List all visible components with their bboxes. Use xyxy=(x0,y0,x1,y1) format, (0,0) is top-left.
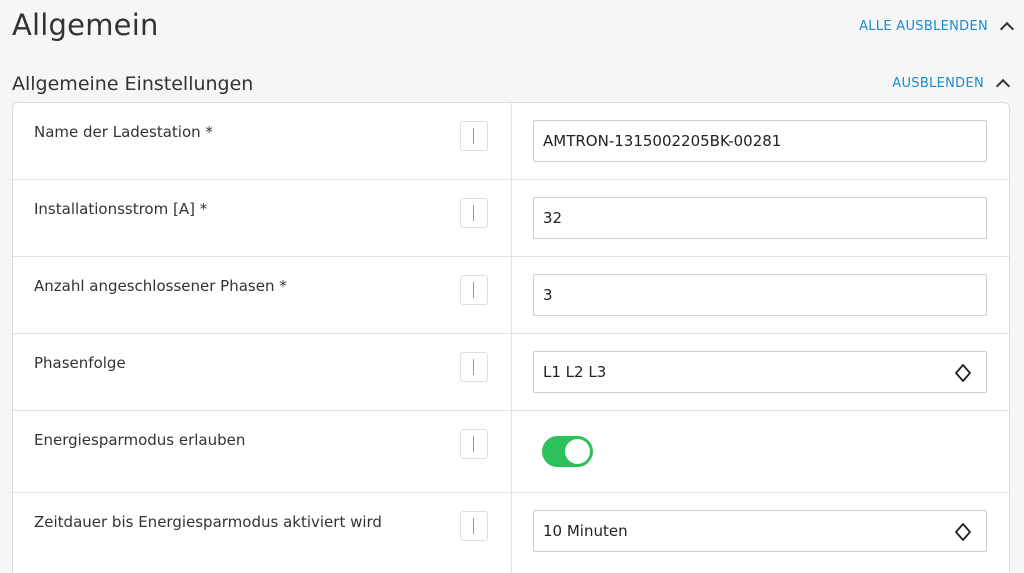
setting-value-cell: 10 Minuten xyxy=(512,493,1009,573)
section-title: Allgemeine Einstellungen xyxy=(12,73,254,95)
hide-all-button[interactable]: ALLE AUSBLENDEN xyxy=(859,19,1015,37)
updown-icon xyxy=(955,364,971,382)
setting-row-energy-saving: Energiesparmodus erlauben xyxy=(13,411,1009,493)
station-name-input[interactable] xyxy=(533,120,987,162)
info-icon[interactable] xyxy=(460,198,488,228)
info-icon[interactable] xyxy=(460,352,488,382)
chevron-up-icon xyxy=(995,78,1011,94)
setting-row-station-name: Name der Ladestation * xyxy=(13,103,1009,180)
setting-row-energy-saving-delay: Zeitdauer bis Energiesparmodus aktiviert… xyxy=(13,493,1009,573)
select-value: L1 L2 L3 xyxy=(543,363,607,381)
hide-section-label: AUSBLENDEN xyxy=(892,76,984,91)
setting-label: Energiesparmodus erlauben xyxy=(34,431,246,449)
setting-value-cell xyxy=(512,411,1009,492)
installation-current-input[interactable] xyxy=(533,197,987,239)
info-icon[interactable] xyxy=(460,511,488,541)
energy-saving-toggle[interactable] xyxy=(542,436,593,467)
chevron-up-icon xyxy=(999,21,1015,37)
toggle-knob xyxy=(565,439,590,464)
phase-count-input[interactable] xyxy=(533,274,987,316)
setting-value-cell xyxy=(512,103,1009,179)
setting-row-phase-count: Anzahl angeschlossener Phasen * xyxy=(13,257,1009,334)
page-header: Allgemein ALLE AUSBLENDEN xyxy=(12,8,1015,48)
setting-label: Phasenfolge xyxy=(34,354,126,372)
setting-label: Anzahl angeschlossener Phasen * xyxy=(34,277,287,295)
hide-all-label: ALLE AUSBLENDEN xyxy=(859,19,988,34)
setting-label-cell: Name der Ladestation * xyxy=(13,103,512,179)
setting-label-cell: Phasenfolge xyxy=(13,334,512,410)
page-title: Allgemein xyxy=(12,8,159,42)
section-header: Allgemeine Einstellungen AUSBLENDEN xyxy=(12,73,1011,101)
setting-label-cell: Installationsstrom [A] * xyxy=(13,180,512,256)
setting-label: Name der Ladestation * xyxy=(34,123,213,141)
setting-value-cell: L1 L2 L3 xyxy=(512,334,1009,410)
setting-label-cell: Zeitdauer bis Energiesparmodus aktiviert… xyxy=(13,493,512,573)
energy-saving-delay-select[interactable]: 10 Minuten xyxy=(533,510,987,552)
setting-label-cell: Energiesparmodus erlauben xyxy=(13,411,512,492)
updown-icon xyxy=(955,523,971,541)
select-value: 10 Minuten xyxy=(543,522,628,540)
hide-section-button[interactable]: AUSBLENDEN xyxy=(892,76,1011,94)
info-icon[interactable] xyxy=(460,429,488,459)
setting-row-installation-current: Installationsstrom [A] * xyxy=(13,180,1009,257)
info-icon[interactable] xyxy=(460,275,488,305)
setting-value-cell xyxy=(512,180,1009,256)
setting-label-cell: Anzahl angeschlossener Phasen * xyxy=(13,257,512,333)
setting-value-cell xyxy=(512,257,1009,333)
setting-row-phase-order: Phasenfolge L1 L2 L3 xyxy=(13,334,1009,411)
setting-label: Installationsstrom [A] * xyxy=(34,200,208,218)
info-icon[interactable] xyxy=(460,121,488,151)
setting-label: Zeitdauer bis Energiesparmodus aktiviert… xyxy=(34,513,382,531)
phase-order-select[interactable]: L1 L2 L3 xyxy=(533,351,987,393)
settings-card: Name der Ladestation * Installationsstro… xyxy=(12,102,1010,573)
